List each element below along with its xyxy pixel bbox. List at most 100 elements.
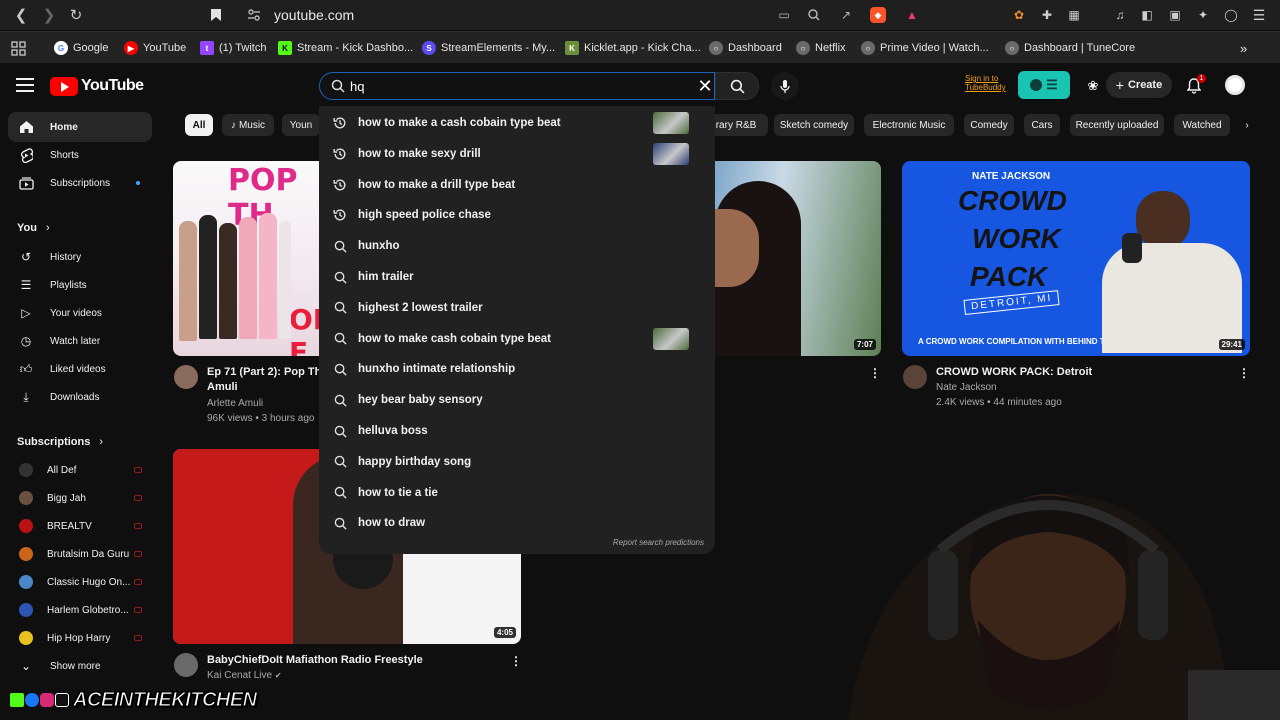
- video-thumbnail[interactable]: POP TH OR F: [173, 161, 333, 356]
- youtube-logo[interactable]: YouTube: [50, 75, 144, 97]
- search-button[interactable]: [715, 72, 759, 100]
- chip-watched[interactable]: Watched: [1174, 114, 1230, 136]
- bookmark-prime-video[interactable]: ○ Prime Video | Watch...: [861, 39, 989, 57]
- tubebuddy-sign-in-link[interactable]: Sign in to TubeBuddy: [955, 74, 1006, 92]
- sidebar-sub-item[interactable]: Bigg Jah: [8, 483, 152, 513]
- voice-search-button[interactable]: [771, 72, 799, 100]
- search-suggestion[interactable]: how to make sexy drill: [319, 140, 715, 168]
- video-thumbnail[interactable]: 7:07: [715, 161, 881, 356]
- channel-name[interactable]: Kai Cenat Live: [207, 670, 272, 681]
- sidebar-show-more[interactable]: ⌄ Show more: [8, 651, 152, 681]
- bookmark-kicklet[interactable]: K Kicklet.app - Kick Cha...: [565, 39, 701, 57]
- leo-ai-icon[interactable]: ✦: [1194, 6, 1212, 24]
- sidebar-item-home[interactable]: Home: [8, 112, 152, 142]
- video-more-icon[interactable]: ⋮: [1238, 366, 1250, 380]
- search-suggestion[interactable]: how to draw: [319, 509, 715, 537]
- video-more-icon[interactable]: ⋮: [510, 654, 522, 668]
- video-more-icon[interactable]: ⋮: [869, 366, 881, 380]
- tubebuddy-button[interactable]: ☰: [1018, 71, 1070, 99]
- share-icon[interactable]: ↗: [836, 6, 856, 24]
- extension-icon[interactable]: ❀: [1082, 75, 1104, 97]
- sidebar-item-watch-later[interactable]: ◷ Watch later: [8, 326, 152, 356]
- forward-icon[interactable]: ❯: [38, 5, 60, 25]
- search-box[interactable]: ✕: [319, 72, 715, 100]
- bookmark-tunecore[interactable]: ○ Dashboard | TuneCore: [1005, 39, 1135, 57]
- search-suggestion[interactable]: hey bear baby sensory: [319, 386, 715, 414]
- extensions-puzzle-icon[interactable]: ✚: [1038, 6, 1056, 24]
- search-input[interactable]: [350, 76, 680, 96]
- site-settings-icon[interactable]: [244, 6, 264, 24]
- bookmark-netflix[interactable]: ○ Netflix: [796, 39, 846, 57]
- sidebar-item-shorts[interactable]: Shorts: [8, 140, 152, 170]
- extension-orange-icon[interactable]: ✿: [1010, 6, 1028, 24]
- bookmark-streamelements[interactable]: S StreamElements - My...: [422, 39, 555, 57]
- chip-music[interactable]: ♪ Music: [222, 114, 274, 136]
- back-icon[interactable]: ❮: [10, 5, 32, 25]
- bookmark-twitch[interactable]: t (1) Twitch: [200, 39, 266, 57]
- video-title[interactable]: Ep 71 (Part 2): Pop Th Amuli: [207, 365, 319, 395]
- search-suggestion[interactable]: highest 2 lowest trailer: [319, 294, 715, 322]
- channel-avatar[interactable]: [174, 365, 198, 389]
- you-section-heading[interactable]: You ›: [17, 222, 50, 234]
- sidebar-item-your-videos[interactable]: ▷ Your videos: [8, 298, 152, 328]
- sidebar-item-downloads[interactable]: ⤓ Downloads: [8, 382, 152, 412]
- wallet-icon[interactable]: ▣: [1166, 6, 1184, 24]
- bookmark-dashboard[interactable]: ○ Dashboard: [709, 39, 782, 57]
- search-suggestion[interactable]: hunxho intimate relationship: [319, 355, 715, 383]
- search-suggestion[interactable]: how to make a cash cobain type beat: [319, 109, 715, 137]
- create-button[interactable]: + Create: [1106, 72, 1172, 98]
- channel-name[interactable]: Nate Jackson: [936, 380, 1062, 395]
- reload-icon[interactable]: ↻: [65, 5, 87, 25]
- sidebar-item-subscriptions[interactable]: Subscriptions: [8, 168, 152, 198]
- chip-comedy[interactable]: Comedy: [964, 114, 1014, 136]
- bookmark-kick[interactable]: K Stream - Kick Dashbo...: [278, 39, 413, 57]
- zoom-icon[interactable]: [804, 6, 824, 24]
- chip-cars[interactable]: Cars: [1024, 114, 1060, 136]
- hamburger-menu-icon[interactable]: [16, 78, 34, 92]
- account-avatar[interactable]: [1225, 75, 1245, 95]
- address-bar[interactable]: youtube.com ▭ ↗ ◆ ▲: [238, 3, 928, 27]
- clear-search-icon[interactable]: ✕: [696, 77, 714, 95]
- video-title[interactable]: CROWD WORK PACK: Detroit: [936, 365, 1092, 380]
- subscriptions-section-heading[interactable]: Subscriptions ›: [17, 436, 103, 448]
- browser-menu-icon[interactable]: ☰: [1250, 6, 1268, 24]
- sidebar-sub-item[interactable]: Classic Hugo On...: [8, 567, 152, 597]
- search-suggestion[interactable]: hunxho: [319, 232, 715, 260]
- channel-avatar[interactable]: [174, 653, 198, 677]
- video-thumbnail[interactable]: NATE JACKSON CROWD WORK PACK DETROIT, MI…: [902, 161, 1250, 356]
- more-bookmarks-icon[interactable]: »: [1240, 39, 1247, 57]
- cast-icon[interactable]: ▭: [774, 6, 794, 24]
- channel-avatar[interactable]: [903, 365, 927, 389]
- brave-rewards-icon[interactable]: ▲: [902, 6, 922, 24]
- chip-sketch-comedy[interactable]: Sketch comedy: [774, 114, 854, 136]
- sidebar-sub-item[interactable]: Brutalsim Da Guru: [8, 539, 152, 569]
- music-icon[interactable]: ♫: [1111, 6, 1129, 24]
- bookmark-youtube[interactable]: ▶ YouTube: [124, 39, 186, 57]
- sidebar-item-liked-videos[interactable]: 👍︎ Liked videos: [8, 354, 152, 384]
- vpn-icon[interactable]: ◯: [1222, 6, 1240, 24]
- search-suggestion[interactable]: happy birthday song: [319, 448, 715, 476]
- sidebar-sub-item[interactable]: BREALTV: [8, 511, 152, 541]
- search-suggestion[interactable]: how to make cash cobain type beat: [319, 325, 715, 353]
- sidebar-item-playlists[interactable]: ☰ Playlists: [8, 270, 152, 300]
- chip-recently-uploaded[interactable]: Recently uploaded: [1070, 114, 1164, 136]
- report-search-predictions-link[interactable]: Report search predictions: [613, 538, 704, 547]
- chip-electronic-music[interactable]: Electronic Music: [864, 114, 954, 136]
- bookmark-google[interactable]: G Google: [54, 39, 108, 57]
- search-suggestion[interactable]: high speed police chase: [319, 201, 715, 229]
- brave-shield-icon[interactable]: ◆: [870, 7, 886, 23]
- chip-all[interactable]: All: [185, 114, 213, 136]
- bookmark-icon[interactable]: [205, 5, 227, 25]
- chip-youn[interactable]: Youn: [282, 114, 320, 136]
- sidebar-sub-item[interactable]: All Def: [8, 455, 152, 485]
- chips-next-icon[interactable]: ›: [1236, 114, 1258, 136]
- sidebar-sub-item[interactable]: Harlem Globetro...: [8, 595, 152, 625]
- search-suggestion[interactable]: helluva boss: [319, 417, 715, 445]
- sidebar-item-history[interactable]: ↺ History: [8, 242, 152, 272]
- media-icon[interactable]: ▦: [1065, 6, 1083, 24]
- search-suggestion[interactable]: him trailer: [319, 263, 715, 291]
- apps-grid-icon[interactable]: [11, 39, 26, 57]
- channel-name[interactable]: Arlette Amuli: [207, 396, 314, 411]
- sidebar-sub-item[interactable]: Hip Hop Harry: [8, 623, 152, 653]
- search-suggestion[interactable]: how to tie a tie: [319, 479, 715, 507]
